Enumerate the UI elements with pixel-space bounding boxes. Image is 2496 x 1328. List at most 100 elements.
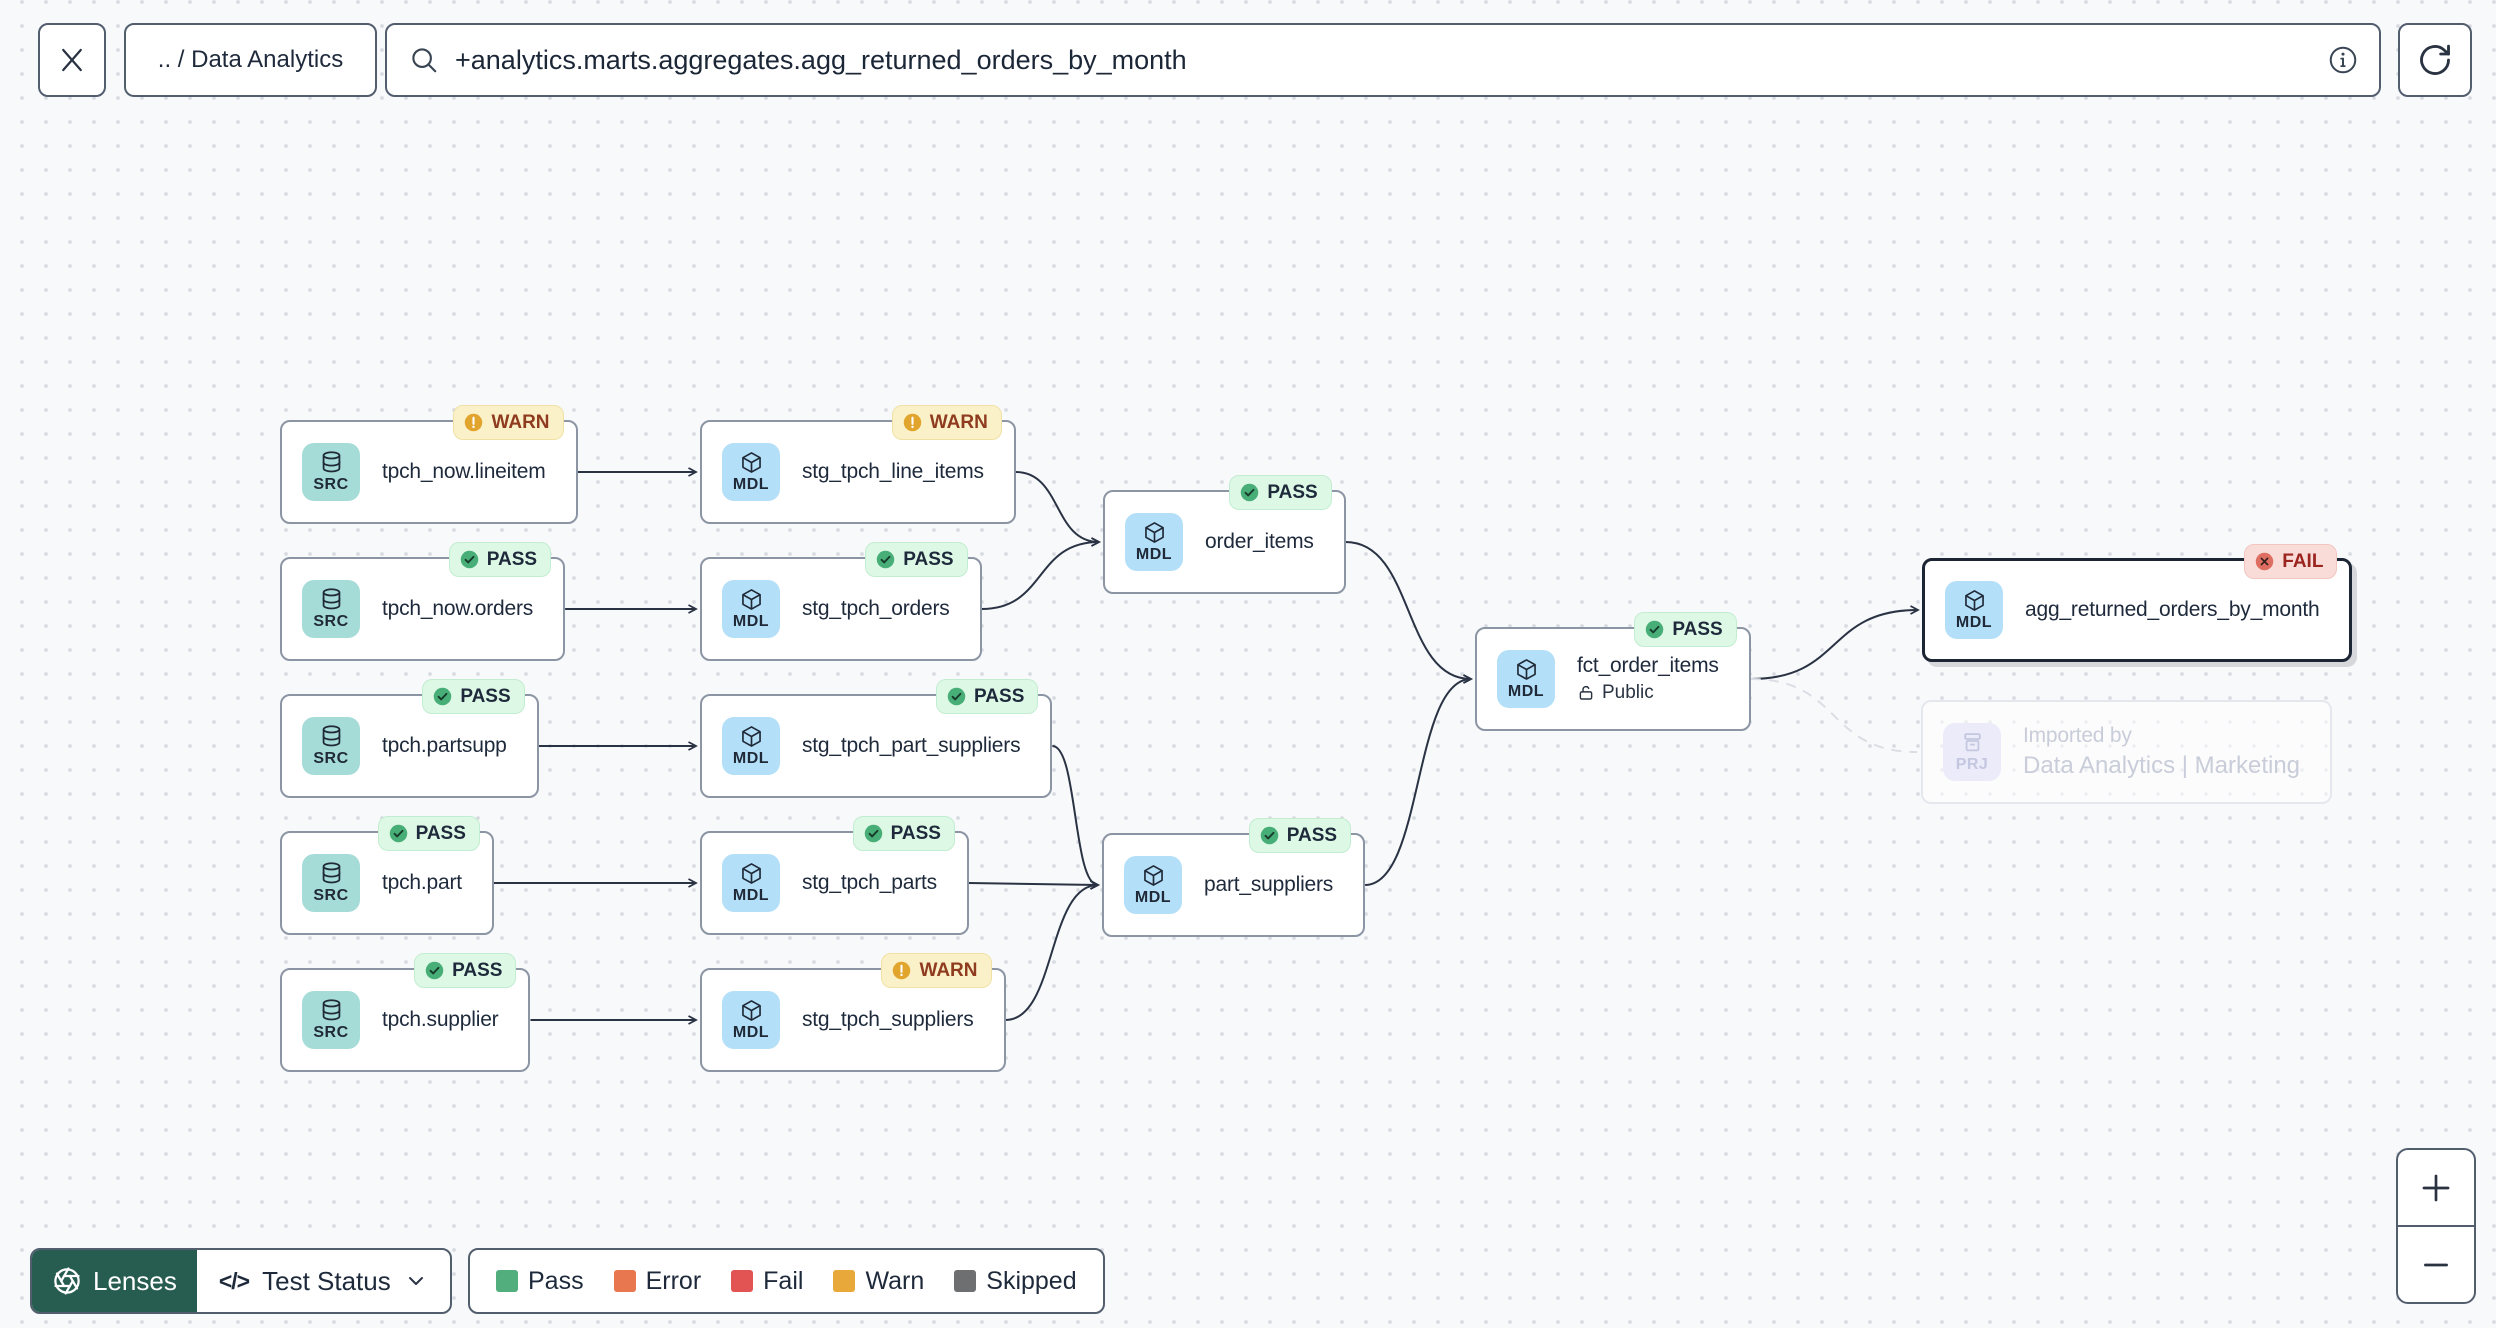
- badge-label: PASS: [1672, 618, 1723, 640]
- search-icon: [412, 48, 437, 73]
- node-type-label: MDL: [1135, 546, 1173, 563]
- check-circle-icon: [947, 687, 966, 706]
- graph-node-stg_tpch_line_items[interactable]: WARN MDL stg_tpch_line_items: [700, 405, 1016, 524]
- node-type-chip-src: SRC: [302, 717, 360, 775]
- graph-node-agg_returned_orders_by_month[interactable]: FAIL MDL agg_returned_orders_by_month: [1922, 544, 2353, 662]
- node-type-chip-mdl: MDL: [722, 443, 780, 501]
- check-circle-icon: [864, 824, 882, 843]
- badge-label: PASS: [1267, 481, 1318, 503]
- graph-node-order_items[interactable]: PASS MDL order_items: [1103, 475, 1346, 594]
- graph-node-tpch_part[interactable]: PASS SRC tpch.part: [280, 816, 494, 935]
- close-icon: [62, 48, 82, 72]
- refresh-button[interactable]: [2398, 23, 2472, 97]
- legend-item-fail: Fail: [731, 1267, 803, 1296]
- badge-label: PASS: [1286, 824, 1338, 846]
- lineage-edges-canvas: [493, 467, 1920, 1025]
- graph-node-tpch_partsupp[interactable]: PASS SRC tpch.partsupp: [280, 679, 539, 798]
- graph-node-part_suppliers[interactable]: PASS MDL part_suppliers: [1102, 818, 1366, 937]
- close-button[interactable]: [38, 23, 106, 97]
- unlock-icon: [1579, 686, 1593, 700]
- zoom-out-button[interactable]: [2398, 1227, 2474, 1302]
- legend-item-warn: Warn: [833, 1267, 924, 1296]
- breadcrumb[interactable]: .. / Data Analytics: [124, 23, 377, 97]
- info-icon[interactable]: [2327, 44, 2359, 76]
- aperture-icon: [54, 1267, 80, 1295]
- edge-order_items-to-fct_order_items: [1345, 541, 1473, 684]
- exclamation-circle-icon: [903, 413, 921, 432]
- cube-icon: [741, 1000, 761, 1021]
- legend-swatch: [954, 1270, 977, 1292]
- test-status-badge-pass: PASS: [377, 816, 480, 851]
- database-icon: [322, 725, 340, 747]
- badge-label: PASS: [460, 685, 511, 707]
- node-type-label: SRC: [313, 613, 349, 630]
- archive-icon: [1963, 733, 1981, 752]
- node-text: tpch_now.lineitem: [382, 460, 546, 484]
- lenses-button[interactable]: Lenses: [32, 1250, 197, 1312]
- node-text: tpch.part: [382, 871, 462, 895]
- node-label: tpch.partsupp: [382, 734, 507, 757]
- legend-item-skipped: Skipped: [954, 1267, 1077, 1296]
- graph-node-tpch_now_lineitem[interactable]: WARN SRC tpch_now.lineitem: [280, 405, 578, 524]
- check-circle-icon: [1646, 620, 1664, 639]
- node-type-label: SRC: [313, 476, 349, 493]
- node-text: fct_order_items Public: [1577, 654, 1719, 704]
- graph-node-stg_tpch_suppliers[interactable]: WARN MDL stg_tpch_suppliers: [700, 953, 1006, 1072]
- cube-icon: [741, 726, 761, 747]
- node-type-label: MDL: [732, 887, 770, 904]
- exclamation-circle-icon: [893, 961, 911, 980]
- legend-swatch: [496, 1270, 518, 1292]
- check-circle-icon: [460, 550, 479, 569]
- node-label: part_suppliers: [1204, 873, 1334, 896]
- edge-stg_tpch_parts-to-part_suppliers: [968, 880, 1100, 890]
- node-type-label: MDL: [732, 613, 770, 630]
- node-label: stg_tpch_parts: [802, 871, 937, 894]
- node-type-label: MDL: [1955, 614, 1993, 631]
- node-text: stg_tpch_suppliers: [802, 1008, 974, 1032]
- cube-icon: [1516, 659, 1536, 680]
- node-type-label: SRC: [313, 750, 349, 767]
- search-input[interactable]: [453, 43, 2313, 77]
- badge-label: PASS: [890, 822, 941, 844]
- cube-icon: [1143, 865, 1163, 886]
- node-label: stg_tpch_suppliers: [802, 1008, 974, 1031]
- badge-label: PASS: [452, 959, 503, 981]
- graph-node-stg_tpch_orders[interactable]: PASS MDL stg_tpch_orders: [700, 542, 982, 661]
- badge-label: PASS: [415, 822, 466, 844]
- node-text: stg_tpch_part_suppliers: [802, 734, 1021, 758]
- refresh-icon: [2420, 44, 2450, 75]
- node-label: tpch.part: [382, 871, 462, 894]
- graph-node-stg_tpch_parts[interactable]: PASS MDL stg_tpch_parts: [700, 816, 969, 935]
- node-type-chip-mdl: MDL: [1945, 581, 2003, 639]
- test-status-badge-pass: PASS: [852, 816, 955, 851]
- test-status-badge-pass: PASS: [448, 542, 552, 577]
- code-icon: </>: [218, 1267, 250, 1294]
- node-type-chip-mdl: MDL: [1124, 856, 1182, 914]
- test-status-badge-pass: PASS: [936, 679, 1039, 714]
- edge-fct_order_items-to-agg_returned_orders_by_month: [1750, 605, 1920, 680]
- node-type-chip-mdl: MDL: [1125, 513, 1183, 571]
- zoom-in-button[interactable]: [2398, 1150, 2474, 1227]
- test-status-badge-pass: PASS: [422, 679, 525, 714]
- graph-node-stg_tpch_part_suppliers[interactable]: PASS MDL stg_tpch_part_suppliers: [700, 679, 1053, 798]
- edge-stg_tpch_line_items-to-order_items: [1015, 471, 1101, 547]
- search-box: [385, 23, 2381, 97]
- graph-node-tpch_supplier[interactable]: PASS SRC tpch.supplier: [280, 953, 531, 1072]
- node-label: tpch.supplier: [382, 1008, 499, 1031]
- cube-icon: [741, 589, 761, 610]
- test-status-badge-pass: PASS: [865, 542, 968, 577]
- node-label: fct_order_items: [1577, 654, 1719, 677]
- node-type-chip-src: SRC: [302, 854, 360, 912]
- legend-item-error: Error: [613, 1267, 701, 1296]
- graph-node-fct_order_items[interactable]: PASS MDL fct_order_items Public: [1475, 612, 1751, 731]
- legend-label: Pass: [528, 1266, 584, 1295]
- graph-node-imported_by_project[interactable]: PRJ Imported by Data Analytics | Marketing: [1921, 700, 2333, 804]
- graph-node-tpch_now_orders[interactable]: PASS SRC tpch_now.orders: [280, 542, 566, 661]
- test-status-badge-pass: PASS: [414, 953, 517, 988]
- node-text: tpch_now.orders: [382, 597, 533, 621]
- edge-stg_tpch_orders-to-order_items: [981, 537, 1101, 610]
- check-circle-icon: [434, 687, 452, 706]
- lens-selector-dropdown[interactable]: </> Test Status: [197, 1250, 450, 1312]
- cube-icon: [741, 452, 761, 473]
- node-type-label: MDL: [1507, 683, 1545, 700]
